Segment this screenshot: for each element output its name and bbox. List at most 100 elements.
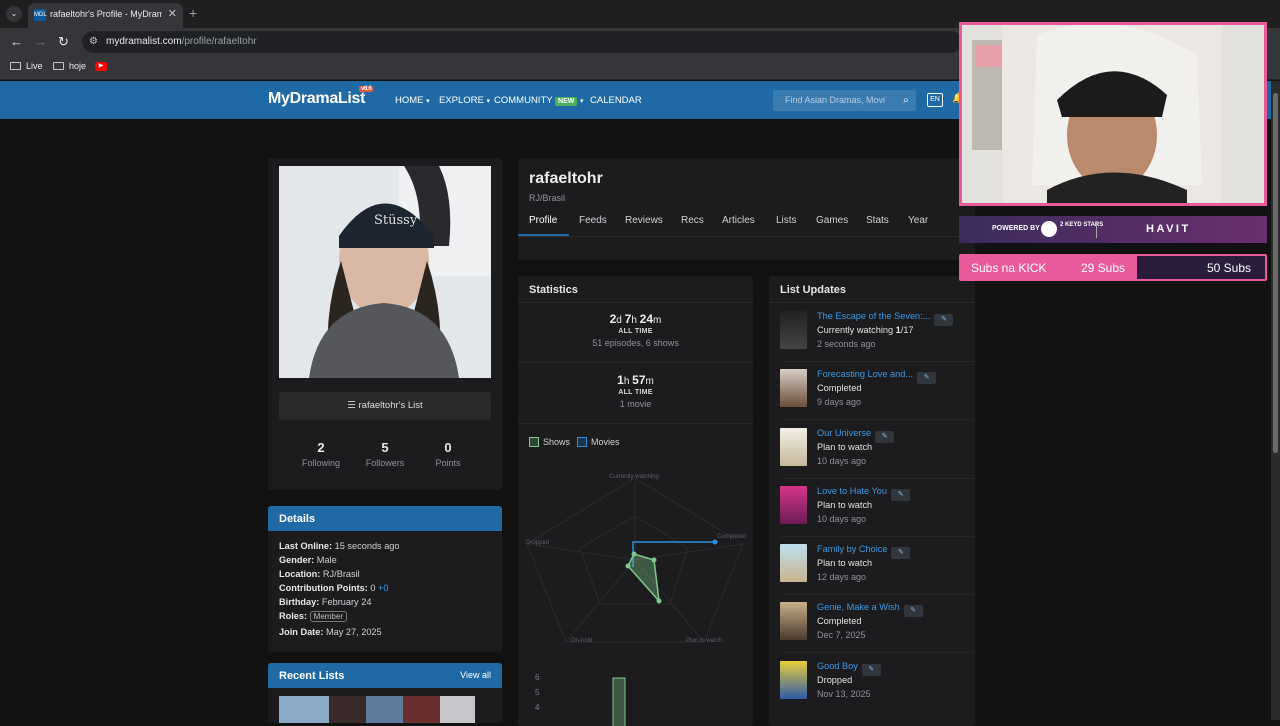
drama-link[interactable]: Our Universe ✎ [817,428,895,443]
bookmark-live[interactable]: Live [10,61,43,71]
drama-link[interactable]: Genie, Make a Wish ✎ [817,602,923,617]
tab-feeds[interactable]: Feeds [579,215,607,226]
tab-profile[interactable]: Profile [529,215,557,226]
nav-explore[interactable]: EXPLORE ▾ [439,95,490,106]
detail-birthday: Birthday: February 24 [279,597,372,607]
site-logo[interactable]: MyDramaList v6.6 [268,86,374,108]
bar-shows [612,677,626,726]
drama-link[interactable]: Good Boy ✎ [817,661,881,676]
shows-time-stat: 2d 7h 24m ALL TIME 51 episodes, 6 shows [592,312,679,348]
scrollbar-thumb[interactable] [1273,93,1278,453]
tab-year[interactable]: Year [908,215,928,226]
drama-link[interactable]: The Escape of the Seven:... ✎ [817,311,954,326]
legend-movies[interactable]: Movies [577,437,620,447]
back-icon[interactable]: ← [10,34,23,49]
drama-link[interactable]: Forecasting Love and... ✎ [817,369,937,384]
page-scrollbar[interactable] [1271,81,1280,720]
points-stat[interactable]: 0 Points [418,440,478,468]
keyd-logo-icon [1041,221,1057,237]
edit-pencil-icon[interactable]: ✎ [891,547,911,559]
radar-label-dropped: Dropped [526,540,549,546]
list-cover[interactable] [440,696,475,723]
tab-title: rafaeltohr's Profile - MyDramaList [50,9,162,19]
url-text: mydramalist.com/profile/rafaeltohr [106,36,257,47]
list-cover[interactable] [366,696,403,723]
caret-down-icon: ▾ [486,98,491,105]
caret-down-icon: ▾ [426,98,430,105]
user-list-button[interactable]: ☰ rafaeltohr's List [279,392,491,420]
list-cover[interactable] [329,696,366,723]
search-icon[interactable]: ⌕ [896,90,916,111]
list-cover[interactable] [279,696,329,723]
browser-tab[interactable]: MDL rafaeltohr's Profile - MyDramaList ✕ [28,3,183,28]
edit-pencil-icon[interactable]: ✎ [903,605,923,617]
bookmark-hoje[interactable]: hoje [53,61,86,71]
address-bar[interactable]: ⚙ mydramalist.com/profile/rafaeltohr [82,31,962,53]
tab-reviews[interactable]: Reviews [625,215,663,226]
divider [518,423,753,424]
tab-recs[interactable]: Recs [681,215,704,226]
version-badge: v6.6 [359,86,374,92]
reload-icon[interactable]: ↻ [58,34,69,50]
tab-lists[interactable]: Lists [776,215,797,226]
nav-calendar[interactable]: CALENDAR [590,95,642,106]
details-header: Details [268,506,502,531]
new-tab-icon[interactable]: + [189,5,197,21]
followers-stat[interactable]: 5 Followers [355,440,415,468]
drama-link[interactable]: Family by Choice ✎ [817,544,911,559]
list-icon: ☰ [347,400,359,411]
profile-card: Stüssy ☰ rafaeltohr's List 2 Following 5F… [268,158,502,490]
language-button[interactable]: EN [927,93,943,107]
detail-contribution: Contribution Points: 0 +0 [279,583,389,593]
recent-lists-header: Recent Lists View all [268,663,502,688]
drama-poster[interactable] [780,661,807,699]
youtube-bookmark-icon[interactable]: ▶ [95,62,107,71]
edit-pencil-icon[interactable]: ✎ [934,314,954,326]
list-item: Love to Hate You ✎ Plan to watch 10 days … [780,486,970,536]
tab-articles[interactable]: Articles [722,215,755,226]
detail-gender: Gender: Male [279,555,337,565]
drama-poster[interactable] [780,428,807,466]
details-panel: Details Last Online: 15 seconds ago Gend… [268,506,502,652]
list-item: Forecasting Love and... ✎ Completed 9 day… [780,369,970,419]
drama-link[interactable]: Love to Hate You ✎ [817,486,910,501]
nav-community[interactable]: COMMUNITY NEW ▾ [494,95,584,106]
site-info-icon[interactable]: ⚙ [89,36,98,47]
edit-pencil-icon[interactable]: ✎ [875,431,895,443]
list-item: Genie, Make a Wish ✎ Completed Dec 7, 202… [780,602,970,652]
profile-header: rafaeltohr RJ/Brasil Profile Feeds Revie… [518,158,975,260]
search-placeholder: Find Asian Dramas, Movi [785,95,886,105]
drama-poster[interactable] [780,369,807,407]
drama-poster[interactable] [780,311,807,349]
divider [518,362,753,363]
folder-icon [53,62,64,70]
edit-pencil-icon[interactable]: ✎ [861,664,881,676]
statistics-panel: Statistics 2d 7h 24m ALL TIME 51 episode… [518,276,753,726]
tab-stats[interactable]: Stats [866,215,889,226]
view-all-link[interactable]: View all [460,670,491,680]
list-item: The Escape of the Seven:... ✎ Currently w… [780,311,970,361]
close-tab-icon[interactable]: ✕ [168,7,177,20]
forward-icon[interactable]: → [34,34,47,49]
drama-poster[interactable] [780,486,807,524]
nav-home[interactable]: HOME ▾ [395,95,430,106]
search-box[interactable]: Find Asian Dramas, Movi ⌕ [773,90,916,111]
list-item: Our Universe ✎ Plan to watch 10 days ago [780,428,970,478]
caret-down-icon: ▾ [580,98,584,105]
edit-pencil-icon[interactable]: ✎ [917,372,937,384]
profile-avatar: Stüssy [279,166,491,378]
bar-chart: 6 5 4 [535,673,626,726]
list-item: Family by Choice ✎ Plan to watch 12 days … [780,544,970,594]
drama-poster[interactable] [780,544,807,582]
edit-pencil-icon[interactable]: ✎ [891,489,910,501]
divider [780,594,975,595]
divider [780,419,975,420]
tabs-divider [518,236,975,237]
tab-games[interactable]: Games [816,215,848,226]
tab-search-icon[interactable]: ⌄ [6,6,22,22]
radar-label-completed: Completed [717,534,746,540]
drama-poster[interactable] [780,602,807,640]
legend-shows[interactable]: Shows [529,437,570,447]
following-stat[interactable]: 2 Following [291,440,351,468]
list-cover[interactable] [403,696,440,723]
